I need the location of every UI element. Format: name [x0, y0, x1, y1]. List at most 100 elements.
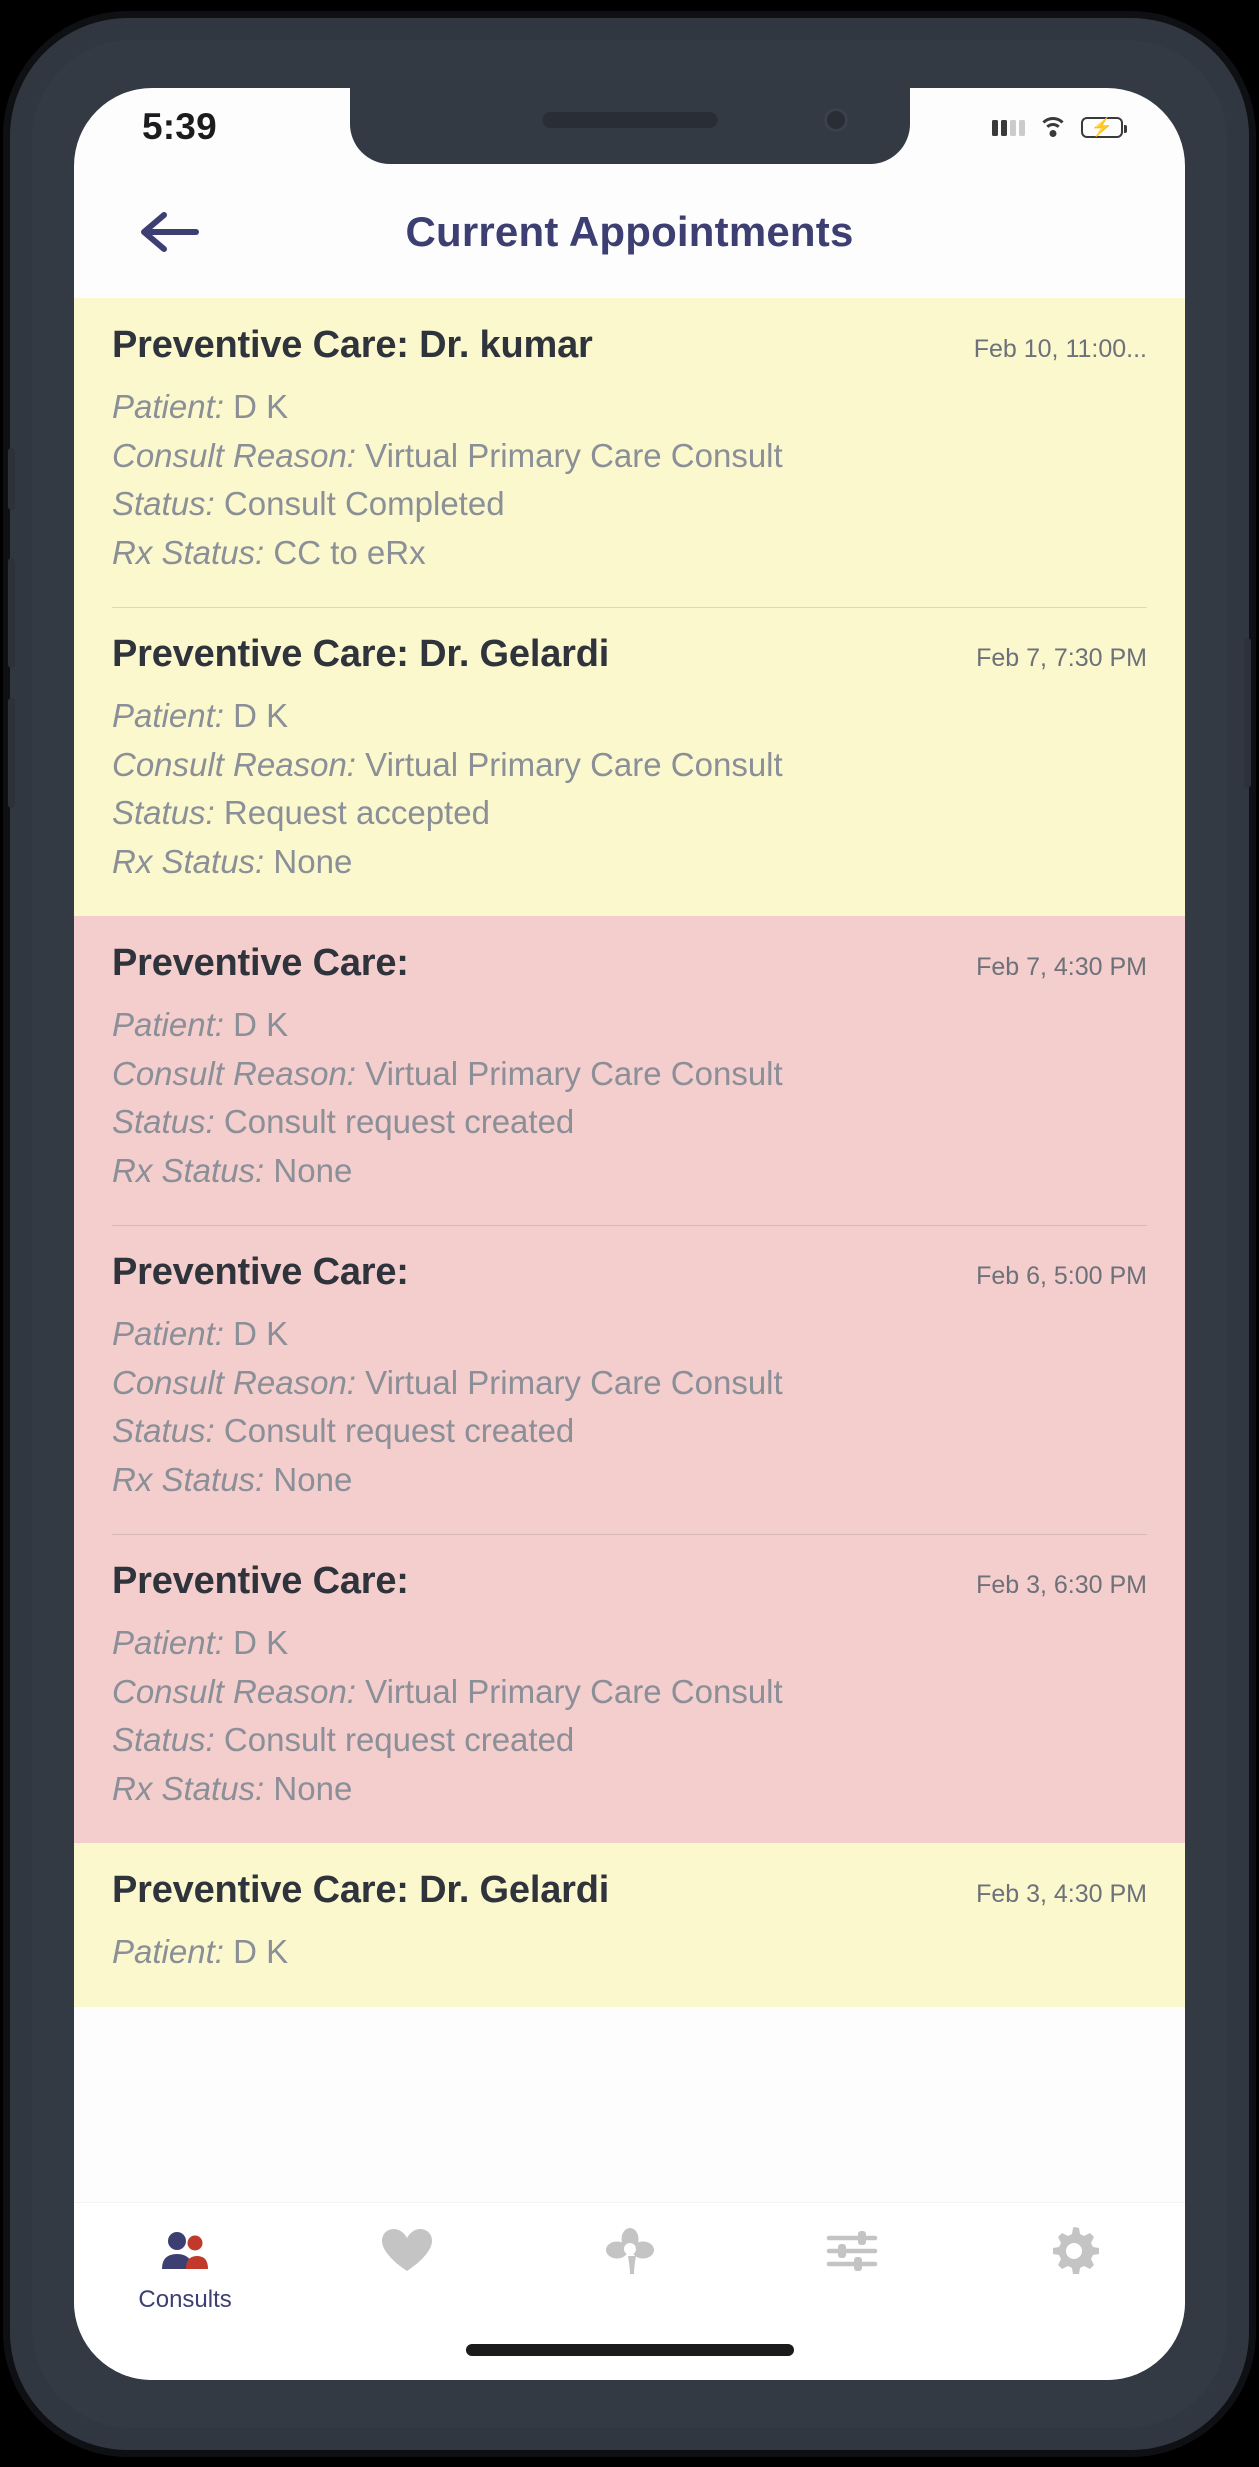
appointment-card[interactable]: Preventive Care: Feb 6, 5:00 PM Patient:…: [74, 1225, 1185, 1534]
appointment-patient-row: Patient: D K: [112, 692, 1147, 741]
consult-reason-label: Consult Reason:: [112, 1054, 356, 1092]
rx-status-value: CC to eRx: [273, 533, 426, 571]
rx-status-value: None: [273, 842, 353, 880]
tab-favorites[interactable]: [296, 2225, 518, 2286]
tab-consults[interactable]: Consults: [74, 2225, 296, 2314]
patient-value: D K: [233, 388, 289, 425]
patient-label: Patient:: [112, 1315, 224, 1352]
rx-status-label: Rx Status:: [112, 1460, 265, 1498]
sliders-icon: [824, 2225, 880, 2277]
appointment-status-row: Status: Consult request created: [112, 1098, 1147, 1147]
status-value: Consult Completed: [223, 485, 505, 522]
patient-value: D K: [233, 1933, 289, 1970]
appointment-header: Preventive Care: Feb 7, 4:30 PM: [112, 942, 1147, 985]
appointment-header: Preventive Care: Dr. kumar Feb 10, 11:00…: [112, 324, 1147, 367]
appointment-status-row: Status: Consult request created: [112, 1716, 1147, 1765]
appointment-date: Feb 6, 5:00 PM: [976, 1262, 1147, 1290]
appointment-date: Feb 3, 4:30 PM: [976, 1880, 1147, 1908]
tab-settings[interactable]: [963, 2225, 1185, 2286]
status-bar-icons: ⚡: [992, 116, 1127, 138]
battery-charging-icon: ⚡: [1081, 116, 1127, 138]
appointment-patient-row: Patient: D K: [112, 1619, 1147, 1668]
volume-down-button[interactable]: [8, 698, 15, 808]
status-label: Status:: [112, 1103, 215, 1140]
appointment-date: Feb 7, 4:30 PM: [976, 953, 1147, 981]
status-value: Request accepted: [223, 794, 490, 831]
consult-reason-label: Consult Reason:: [112, 436, 356, 474]
heart-icon: [379, 2225, 435, 2277]
tab-wellness[interactable]: [518, 2225, 740, 2286]
rx-status-value: None: [273, 1460, 353, 1498]
phone-screen: 5:39 ⚡ Current Appointments Preventive C…: [74, 88, 1185, 2380]
page-title: Current Appointments: [405, 208, 854, 255]
flower-icon: [602, 2225, 658, 2277]
patient-value: D K: [233, 1006, 289, 1043]
tab-filters[interactable]: [741, 2225, 963, 2286]
appointment-title: Preventive Care: Dr. Gelardi: [112, 633, 610, 675]
app-header: Current Appointments: [74, 166, 1185, 298]
appointments-list[interactable]: Preventive Care: Dr. kumar Feb 10, 11:00…: [74, 298, 1185, 2113]
rx-status-value: None: [273, 1769, 353, 1807]
patient-label: Patient:: [112, 1006, 224, 1043]
volume-up-button[interactable]: [8, 558, 15, 668]
appointment-card[interactable]: Preventive Care: Dr. kumar Feb 10, 11:00…: [74, 298, 1185, 607]
patient-value: D K: [233, 697, 289, 734]
phone-device-frame: 5:39 ⚡ Current Appointments Preventive C…: [8, 18, 1251, 2450]
appointment-rx-status-row: Rx Status: None: [112, 1147, 1147, 1196]
appointment-date: Feb 7, 7:30 PM: [976, 644, 1147, 672]
mute-switch[interactable]: [8, 448, 15, 510]
appointment-status-row: Status: Consult Completed: [112, 480, 1147, 529]
appointment-title: Preventive Care: Dr. kumar: [112, 324, 593, 366]
patient-value: D K: [233, 1624, 289, 1661]
rx-status-label: Rx Status:: [112, 842, 265, 880]
appointment-status-row: Status: Request accepted: [112, 789, 1147, 838]
appointment-title: Preventive Care:: [112, 1560, 409, 1602]
appointment-status-row: Status: Consult request created: [112, 1407, 1147, 1456]
appointment-header: Preventive Care: Dr. Gelardi Feb 7, 7:30…: [112, 633, 1147, 676]
appointment-reason-row: Consult Reason: Virtual Primary Care Con…: [112, 741, 1147, 790]
status-value: Consult request created: [223, 1721, 575, 1758]
appointment-card[interactable]: Preventive Care: Dr. Gelardi Feb 7, 7:30…: [74, 607, 1185, 916]
appointment-card[interactable]: Preventive Care: Dr. Gelardi Feb 3, 4:30…: [74, 1843, 1185, 2007]
patient-label: Patient:: [112, 1624, 224, 1661]
patient-label: Patient:: [112, 697, 224, 734]
status-bar: 5:39 ⚡: [74, 88, 1185, 166]
consult-reason-label: Consult Reason:: [112, 1363, 356, 1401]
status-label: Status:: [112, 1412, 215, 1449]
appointment-card[interactable]: Preventive Care: Feb 7, 4:30 PM Patient:…: [74, 916, 1185, 1225]
appointment-reason-row: Consult Reason: Virtual Primary Care Con…: [112, 1668, 1147, 1717]
tab-consults-label: Consults: [138, 2286, 232, 2313]
power-button[interactable]: [1244, 638, 1251, 788]
cellular-signal-icon: [992, 119, 1025, 136]
rx-status-label: Rx Status:: [112, 1151, 265, 1189]
status-label: Status:: [112, 1721, 215, 1758]
people-group-icon: [157, 2225, 213, 2277]
status-label: Status:: [112, 485, 215, 522]
appointment-date: Feb 10, 11:00...: [973, 335, 1147, 363]
patient-label: Patient:: [112, 1933, 224, 1970]
patient-label: Patient:: [112, 388, 224, 425]
consult-reason-value: Virtual Primary Care Consult: [365, 1363, 783, 1401]
home-indicator[interactable]: [465, 2344, 794, 2356]
appointment-reason-row: Consult Reason: Virtual Primary Care Con…: [112, 432, 1147, 481]
consult-reason-value: Virtual Primary Care Consult: [365, 1054, 783, 1092]
status-value: Consult request created: [223, 1412, 575, 1449]
back-arrow-icon: [141, 212, 199, 252]
rx-status-value: None: [273, 1151, 353, 1189]
appointment-reason-row: Consult Reason: Virtual Primary Care Con…: [112, 1359, 1147, 1408]
wifi-icon: [1038, 116, 1068, 138]
appointment-patient-row: Patient: D K: [112, 1310, 1147, 1359]
consult-reason-value: Virtual Primary Care Consult: [365, 1672, 783, 1710]
appointment-header: Preventive Care: Feb 3, 6:30 PM: [112, 1560, 1147, 1603]
appointment-rx-status-row: Rx Status: None: [112, 1456, 1147, 1505]
back-button[interactable]: [126, 200, 212, 264]
patient-value: D K: [233, 1315, 289, 1352]
appointment-patient-row: Patient: D K: [112, 1928, 1147, 1977]
appointment-title: Preventive Care: Dr. Gelardi: [112, 1869, 610, 1911]
appointment-rx-status-row: Rx Status: CC to eRx: [112, 529, 1147, 578]
appointment-card[interactable]: Preventive Care: Feb 3, 6:30 PM Patient:…: [74, 1534, 1185, 1843]
appointment-patient-row: Patient: D K: [112, 383, 1147, 432]
appointment-reason-row: Consult Reason: Virtual Primary Care Con…: [112, 1050, 1147, 1099]
appointment-header: Preventive Care: Dr. Gelardi Feb 3, 4:30…: [112, 1869, 1147, 1912]
appointment-patient-row: Patient: D K: [112, 1001, 1147, 1050]
